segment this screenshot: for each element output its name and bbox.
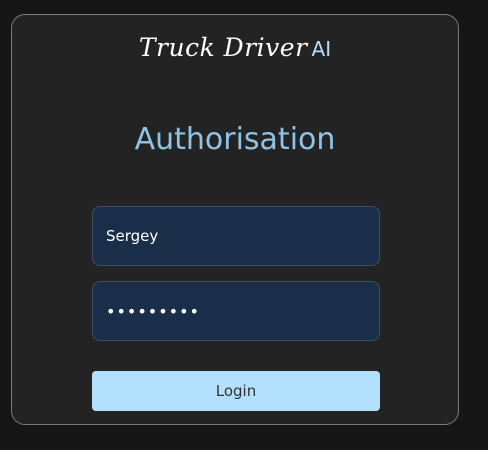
login-button[interactable]: Login <box>92 371 380 411</box>
username-field[interactable] <box>92 206 380 266</box>
page-title: Authorisation <box>134 122 336 157</box>
password-field[interactable] <box>92 281 380 341</box>
brand-name: Truck Driver <box>138 33 308 62</box>
login-card: Truck DriverAI Authorisation Login <box>11 14 459 425</box>
brand-suffix: AI <box>311 37 332 61</box>
brand-logo: Truck Driver AI <box>12 33 458 62</box>
